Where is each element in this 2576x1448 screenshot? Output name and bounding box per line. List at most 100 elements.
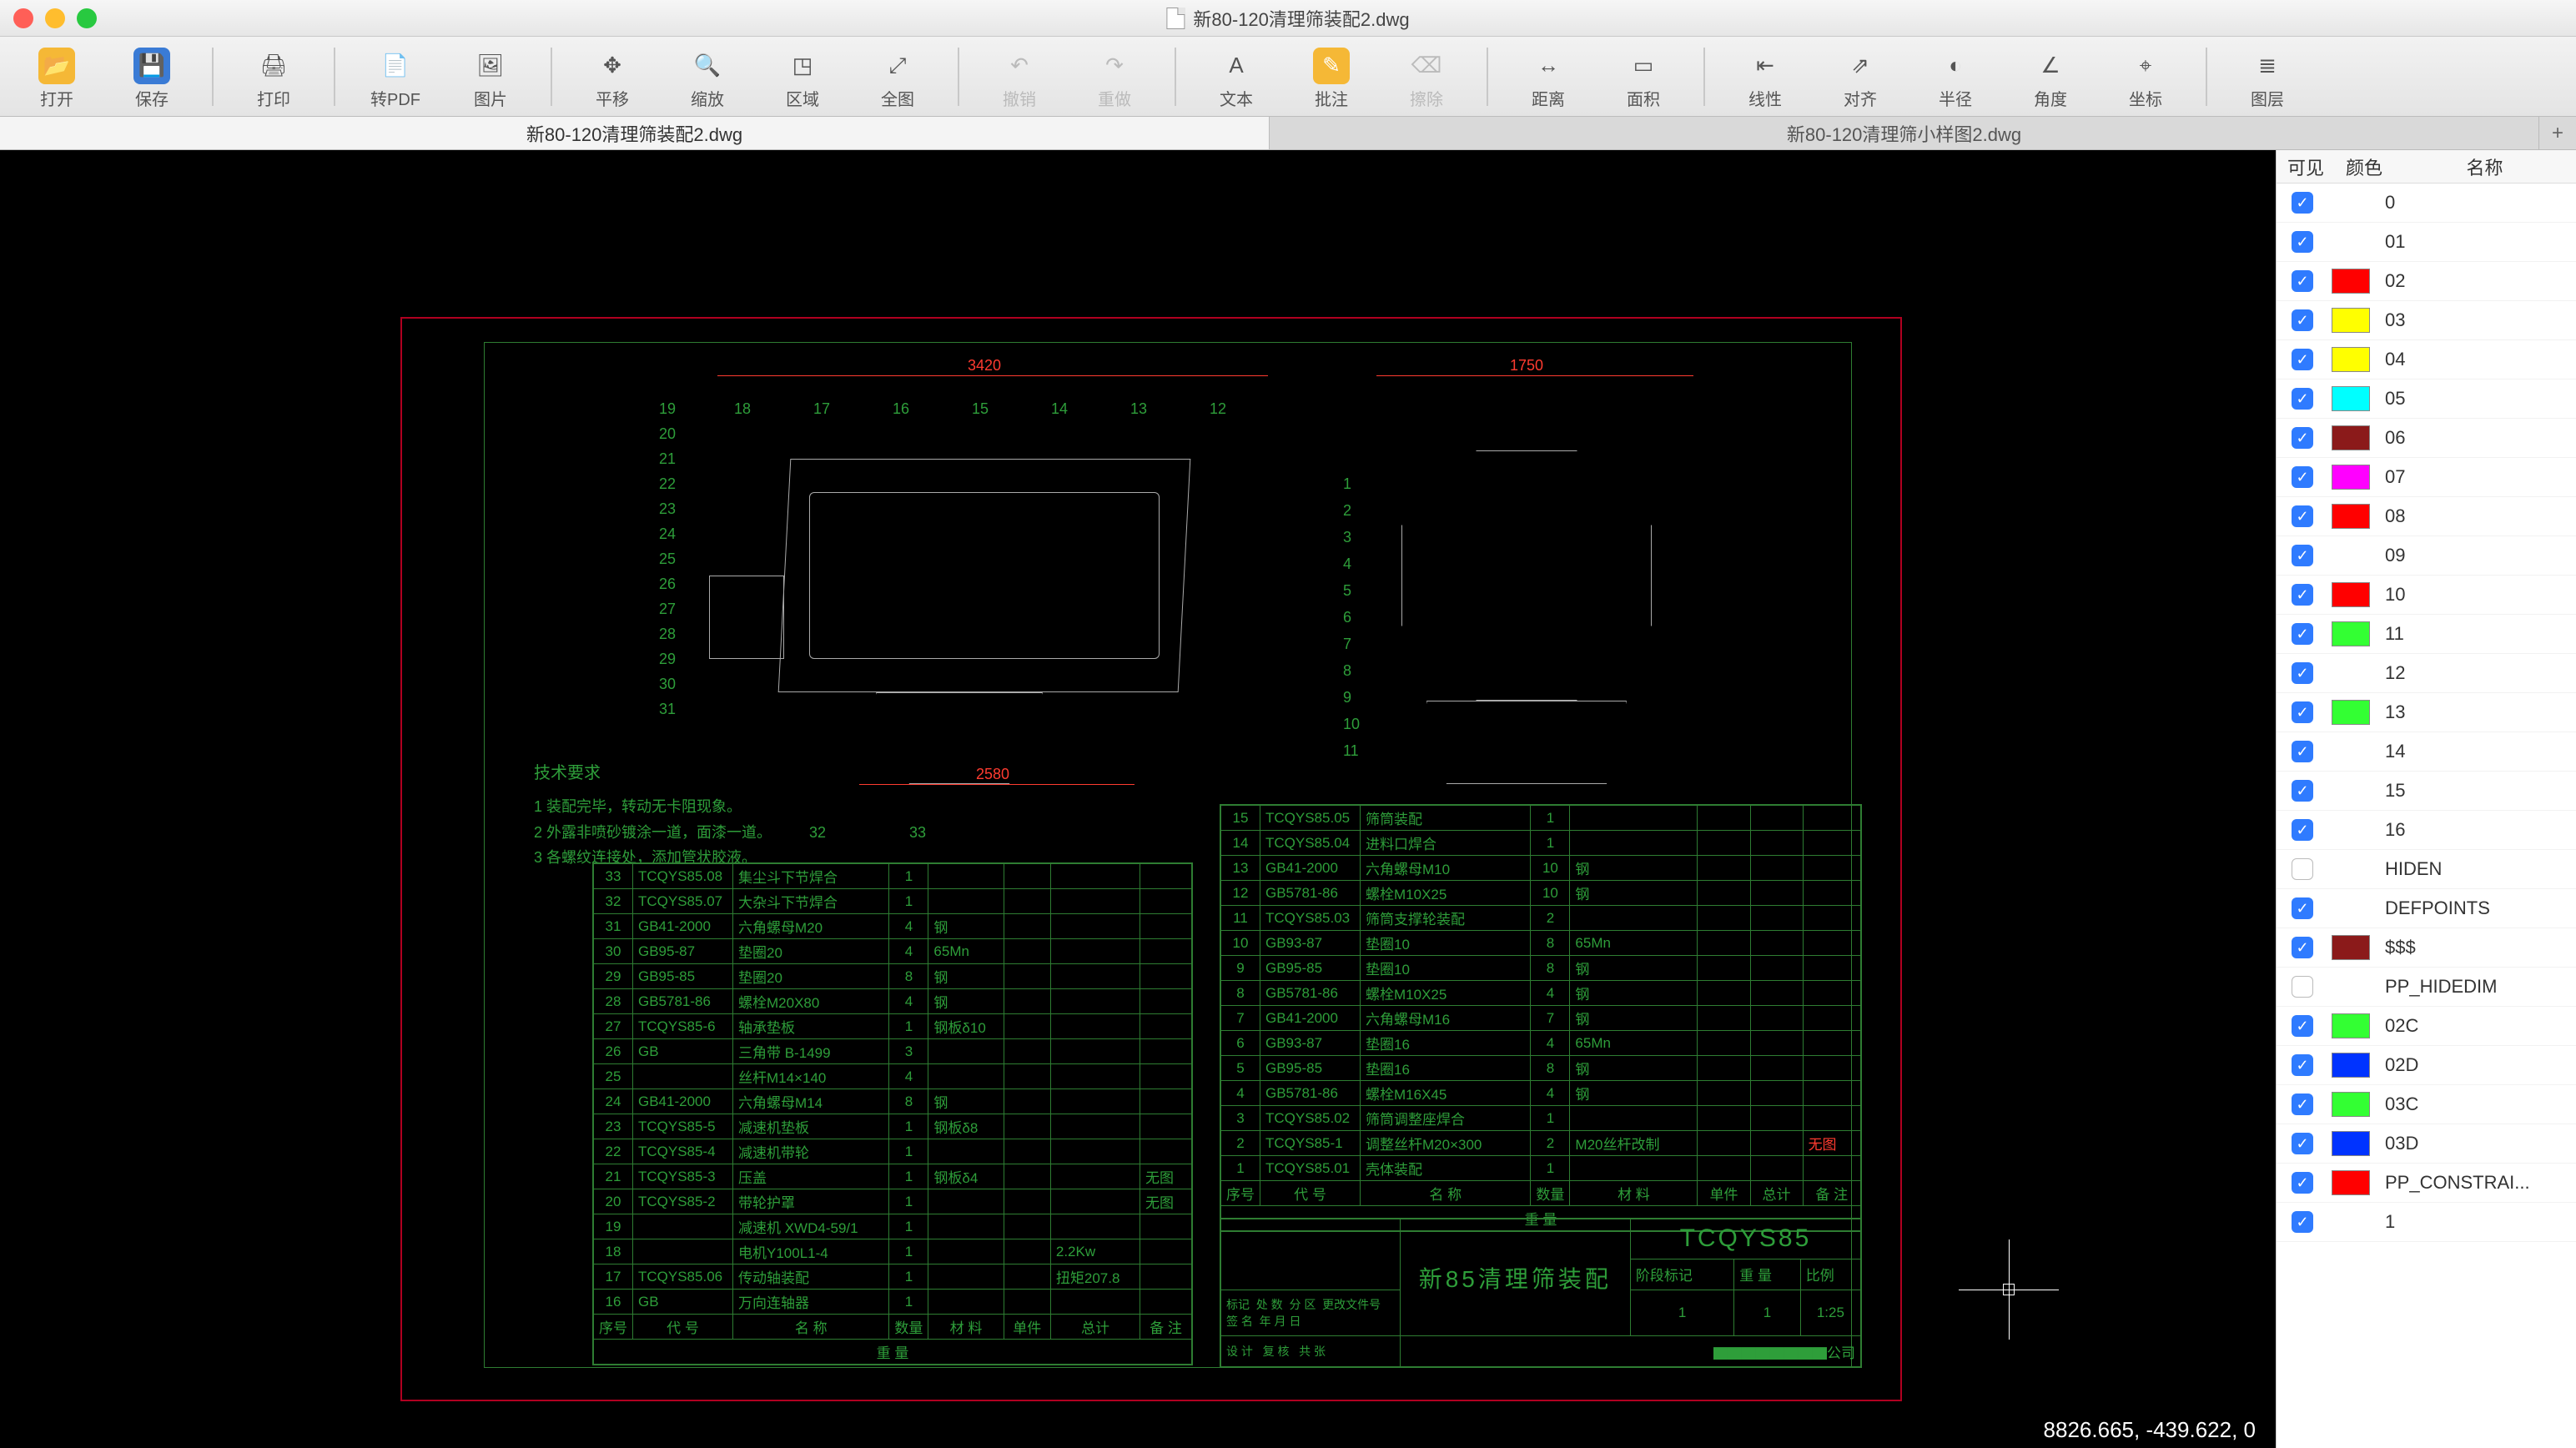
dist-button[interactable]: ↔距离	[1508, 43, 1588, 111]
drawing-canvas[interactable]: 3420 1750 2580 1920212223242526272829303…	[0, 150, 2276, 1448]
layer-visibility-checkbox[interactable]: ✓	[2292, 505, 2313, 527]
layer-color-swatch[interactable]	[2332, 504, 2370, 529]
layer-visibility-checkbox[interactable]: ✓	[2292, 1211, 2313, 1233]
layer-color-swatch[interactable]	[2332, 543, 2370, 568]
layer-row[interactable]: ✓PP_CONSTRAI...	[2277, 1164, 2576, 1203]
layer-row[interactable]: ✓14	[2277, 732, 2576, 772]
layer-color-swatch[interactable]	[2332, 1170, 2370, 1195]
pan-button[interactable]: ✥平移	[572, 43, 652, 111]
layer-visibility-checkbox[interactable]: ✓	[2292, 427, 2313, 449]
layer-visibility-checkbox[interactable]: ✓	[2292, 819, 2313, 841]
layer-color-swatch[interactable]	[2332, 1209, 2370, 1234]
minimize-window-button[interactable]	[45, 8, 65, 28]
layer-row[interactable]: ✓04	[2277, 340, 2576, 380]
layer-row[interactable]: ✓1	[2277, 1203, 2576, 1242]
layer-color-swatch[interactable]	[2332, 857, 2370, 882]
layer-row[interactable]: ✓09	[2277, 536, 2576, 576]
layer-visibility-checkbox[interactable]: ✓	[2292, 1172, 2313, 1194]
layer-row[interactable]: ✓16	[2277, 811, 2576, 850]
print-button[interactable]: 🖨打印	[234, 43, 314, 111]
layers-button[interactable]: ≣图层	[2227, 43, 2307, 111]
image-button[interactable]: 🖼图片	[450, 43, 531, 111]
layer-visibility-checkbox[interactable]: ✓	[2292, 897, 2313, 919]
layer-row[interactable]: ✓02	[2277, 262, 2576, 301]
area-button[interactable]: ▭面积	[1603, 43, 1683, 111]
topdf-button[interactable]: 📄转PDF	[355, 43, 435, 111]
layer-color-swatch[interactable]	[2332, 700, 2370, 725]
tab-document-1[interactable]: 新80-120清理筛装配2.dwg	[0, 117, 1270, 149]
layer-color-swatch[interactable]	[2332, 582, 2370, 607]
layer-color-swatch[interactable]	[2332, 621, 2370, 646]
add-tab-button[interactable]: +	[2539, 117, 2576, 149]
layer-color-swatch[interactable]	[2332, 896, 2370, 921]
layer-color-swatch[interactable]	[2332, 229, 2370, 254]
layer-visibility-checkbox[interactable]	[2292, 976, 2313, 998]
layer-visibility-checkbox[interactable]: ✓	[2292, 1133, 2313, 1154]
linear-button[interactable]: ⇤线性	[1725, 43, 1805, 111]
angle-button[interactable]: ∠角度	[2010, 43, 2090, 111]
layer-color-swatch[interactable]	[2332, 1013, 2370, 1038]
layer-color-swatch[interactable]	[2332, 1053, 2370, 1078]
layer-color-swatch[interactable]	[2332, 465, 2370, 490]
layer-color-swatch[interactable]	[2332, 778, 2370, 803]
layer-row[interactable]: PP_HIDEDIM	[2277, 968, 2576, 1007]
layer-color-swatch[interactable]	[2332, 269, 2370, 294]
layer-visibility-checkbox[interactable]: ✓	[2292, 349, 2313, 370]
open-button[interactable]: 📂打开	[17, 43, 97, 111]
layer-visibility-checkbox[interactable]: ✓	[2292, 937, 2313, 958]
layer-visibility-checkbox[interactable]: ✓	[2292, 623, 2313, 645]
layer-row[interactable]: ✓06	[2277, 419, 2576, 458]
layer-color-swatch[interactable]	[2332, 739, 2370, 764]
layer-row[interactable]: ✓0	[2277, 184, 2576, 223]
layer-color-swatch[interactable]	[2332, 1131, 2370, 1156]
layer-row[interactable]: ✓15	[2277, 772, 2576, 811]
layer-color-swatch[interactable]	[2332, 308, 2370, 333]
close-window-button[interactable]	[13, 8, 33, 28]
layer-color-swatch[interactable]	[2332, 974, 2370, 999]
layer-row[interactable]: ✓02D	[2277, 1046, 2576, 1085]
layer-row[interactable]: ✓08	[2277, 497, 2576, 536]
layer-visibility-checkbox[interactable]: ✓	[2292, 1015, 2313, 1037]
layer-visibility-checkbox[interactable]: ✓	[2292, 309, 2313, 331]
layer-visibility-checkbox[interactable]: ✓	[2292, 1094, 2313, 1115]
region-button[interactable]: ◳区域	[762, 43, 843, 111]
layer-row[interactable]: ✓03C	[2277, 1085, 2576, 1124]
layer-list[interactable]: ✓0✓01✓02✓03✓04✓05✓06✓07✓08✓09✓10✓11✓12✓1…	[2277, 184, 2576, 1448]
layer-row[interactable]: ✓DEFPOINTS	[2277, 889, 2576, 928]
layer-row[interactable]: ✓03	[2277, 301, 2576, 340]
full-button[interactable]: ⤢全图	[858, 43, 938, 111]
zoom-button[interactable]: 🔍缩放	[667, 43, 747, 111]
zoom-window-button[interactable]	[77, 8, 97, 28]
layer-visibility-checkbox[interactable]: ✓	[2292, 780, 2313, 802]
layer-row[interactable]: ✓05	[2277, 380, 2576, 419]
layer-visibility-checkbox[interactable]: ✓	[2292, 584, 2313, 606]
layer-row[interactable]: ✓$$$	[2277, 928, 2576, 968]
save-button[interactable]: 💾保存	[112, 43, 192, 111]
layer-row[interactable]: ✓11	[2277, 615, 2576, 654]
layer-row[interactable]: ✓13	[2277, 693, 2576, 732]
layer-visibility-checkbox[interactable]: ✓	[2292, 270, 2313, 292]
layer-color-swatch[interactable]	[2332, 386, 2370, 411]
layer-visibility-checkbox[interactable]: ✓	[2292, 701, 2313, 723]
align-button[interactable]: ⇗对齐	[1820, 43, 1900, 111]
layer-visibility-checkbox[interactable]: ✓	[2292, 545, 2313, 566]
layer-visibility-checkbox[interactable]: ✓	[2292, 231, 2313, 253]
coord-button[interactable]: ⌖坐标	[2106, 43, 2186, 111]
layer-visibility-checkbox[interactable]: ✓	[2292, 388, 2313, 410]
layer-visibility-checkbox[interactable]: ✓	[2292, 192, 2313, 214]
layer-color-swatch[interactable]	[2332, 817, 2370, 842]
annot-button[interactable]: ✎批注	[1291, 43, 1371, 111]
layer-color-swatch[interactable]	[2332, 347, 2370, 372]
layer-row[interactable]: ✓03D	[2277, 1124, 2576, 1164]
layer-row[interactable]: HIDEN	[2277, 850, 2576, 889]
text-button[interactable]: A文本	[1196, 43, 1276, 111]
layer-visibility-checkbox[interactable]: ✓	[2292, 662, 2313, 684]
layer-color-swatch[interactable]	[2332, 425, 2370, 450]
layer-row[interactable]: ✓02C	[2277, 1007, 2576, 1046]
layer-color-swatch[interactable]	[2332, 190, 2370, 215]
layer-color-swatch[interactable]	[2332, 661, 2370, 686]
layer-color-swatch[interactable]	[2332, 935, 2370, 960]
radius-button[interactable]: ◐半径	[1915, 43, 1995, 111]
tab-document-2[interactable]: 新80-120清理筛小样图2.dwg	[1270, 117, 2539, 149]
layer-visibility-checkbox[interactable]: ✓	[2292, 741, 2313, 762]
